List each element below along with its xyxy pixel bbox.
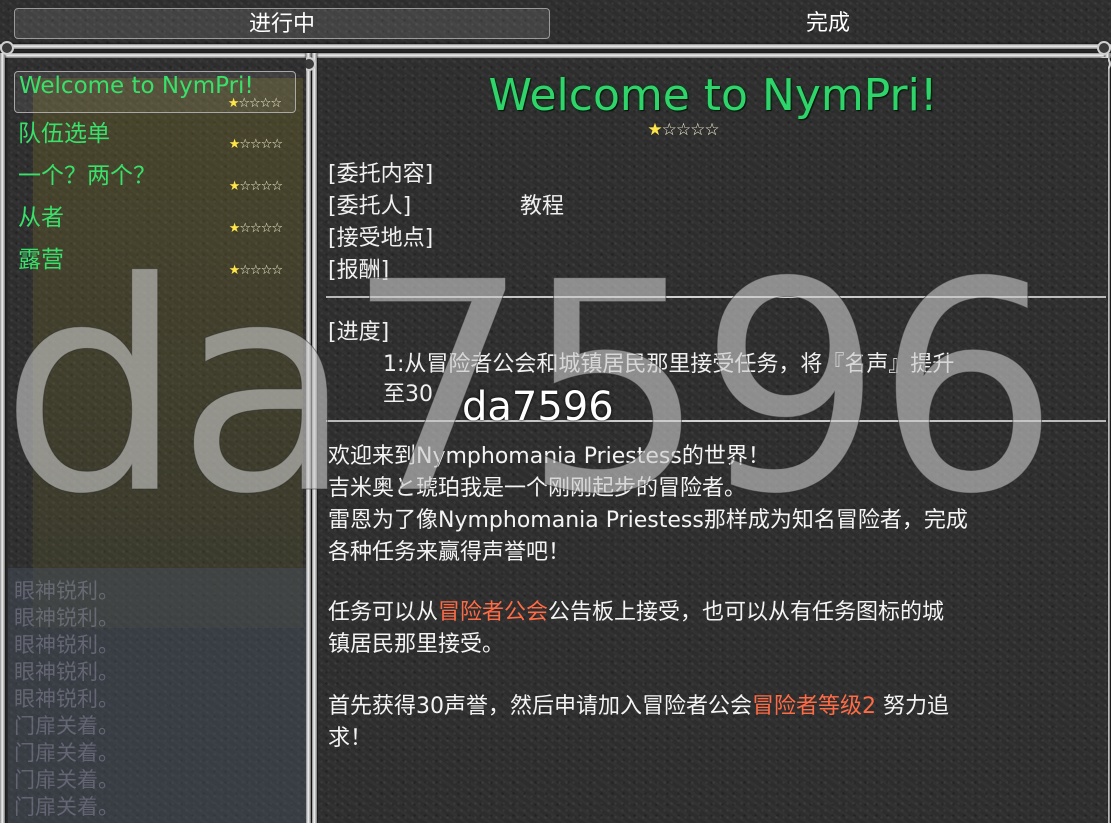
quest-item-name: 队伍选单 (18, 121, 110, 147)
description-line: 首先获得30声誉，然后申请加入冒险者公会冒险者等级2 努力追 (328, 688, 949, 720)
frame-left-rail (0, 53, 5, 823)
frame-ornament-icon (0, 41, 14, 55)
field-client-value: 教程 (520, 194, 565, 219)
background-log-line: 眼神锐利。 (14, 633, 119, 657)
field-location-label: [接受地点] (328, 226, 434, 251)
quest-item-name: 一个？两个？ (18, 163, 156, 189)
tab-completed[interactable]: 完成 (555, 8, 1101, 39)
quest-item-name: Welcome to NymPri! (19, 73, 254, 99)
field-content-label: [委托内容] (328, 162, 434, 187)
field-client-label: [委托人] (328, 194, 412, 219)
frame-ornament-icon (1097, 41, 1111, 55)
background-log-line: 门扉关着。 (14, 741, 119, 765)
background-log-line: 眼神锐利。 (14, 579, 119, 603)
background-log-line: 眼神锐利。 (14, 606, 119, 630)
description-text: 公告板上接受，也可以从有任务图标的城 (548, 600, 945, 625)
background-log-line: 眼神锐利。 (14, 687, 119, 711)
background-log-line: 门扉关着。 (14, 795, 119, 819)
description-line: 镇居民那里接受。 (328, 632, 505, 657)
background-log-line: 门扉关着。 (14, 714, 119, 738)
frame-top-rail (0, 44, 1111, 49)
difficulty-stars-icon: ★☆☆☆☆ (228, 263, 283, 278)
background-log-line: 眼神锐利。 (14, 660, 119, 684)
description-text: 任务可以从 (328, 600, 439, 625)
description-line: 吉米奥と琥珀我是一个刚刚起步的冒险者。 (328, 476, 747, 501)
quest-title: Welcome to NymPri! (488, 70, 938, 121)
description-line: 求！ (328, 726, 373, 751)
quest-item-party-menu[interactable]: 队伍选单 ★☆☆☆☆ (14, 113, 296, 155)
tab-in-progress[interactable]: 进行中 (14, 8, 550, 39)
frame-divider-rail-2 (312, 53, 317, 823)
quest-detail-panel: Welcome to NymPri! ★☆☆☆☆ [委托内容] [委托人] 教程… (318, 58, 1108, 823)
quest-list-panel: 眼神锐利。 眼神锐利。 眼神锐利。 眼神锐利。 眼神锐利。 门扉关着。 门扉关着… (8, 58, 306, 823)
progress-line: 至30 (383, 382, 433, 407)
quest-item-welcome[interactable]: Welcome to NymPri! ★☆☆☆☆ (14, 71, 296, 113)
description-line: 任务可以从冒险者公会公告板上接受，也可以从有任务图标的城 (328, 594, 944, 626)
background-log-line: 门扉关着。 (14, 768, 119, 792)
progress-label: [进度] (328, 320, 390, 345)
section-divider (326, 420, 1106, 422)
progress-line: 1:从冒险者公会和城镇居民那里接受任务，将『名声』提升 (383, 352, 955, 377)
description-text: 首先获得30声誉，然后申请加入冒险者公会 (328, 694, 752, 719)
quest-item-one-or-two[interactable]: 一个？两个？ ★☆☆☆☆ (14, 155, 296, 197)
difficulty-stars-icon: ★☆☆☆☆ (227, 96, 282, 111)
highlight-guild-name: 冒险者公会 (438, 600, 549, 625)
field-reward-label: [报酬] (328, 258, 390, 283)
quest-item-follower[interactable]: 从者 ★☆☆☆☆ (14, 197, 296, 239)
quest-difficulty-stars-icon: ★☆☆☆☆ (647, 120, 719, 140)
quest-item-name: 露营 (18, 247, 64, 273)
quest-tab-bar: 进行中 完成 (0, 0, 1111, 50)
quest-item-camping[interactable]: 露营 ★☆☆☆☆ (14, 239, 296, 281)
description-line: 各种任务来赢得声誉吧！ (328, 540, 571, 565)
difficulty-stars-icon: ★☆☆☆☆ (228, 179, 283, 194)
description-text: 努力追 (876, 694, 949, 719)
quest-item-name: 从者 (18, 205, 64, 231)
difficulty-stars-icon: ★☆☆☆☆ (228, 221, 283, 236)
difficulty-stars-icon: ★☆☆☆☆ (228, 137, 283, 152)
description-line: 欢迎来到Nymphomania Priestess的世界！ (328, 444, 770, 469)
frame-divider-rail (306, 53, 311, 823)
highlight-rank-name: 冒险者等级2 (752, 694, 876, 719)
description-line: 雷恩为了像Nymphomania Priestess那样成为知名冒险者，完成 (328, 508, 968, 533)
section-divider (326, 296, 1106, 298)
